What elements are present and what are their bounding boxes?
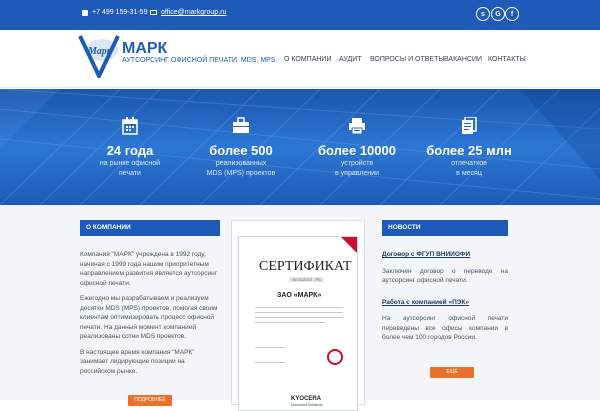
phone-number: +7 499 159-31-59: [92, 9, 148, 16]
about-text: Компания "МАРК" учреждена в 1992 году, н…: [80, 250, 220, 382]
certificate-card[interactable]: СЕРТИФИКАТ № 01/2015 - РВ ЗАО «МАРК» KYO…: [231, 220, 365, 411]
email-link[interactable]: office@markgroup.ru: [150, 9, 226, 16]
kyocera-logo: KYOCERA: [291, 396, 322, 402]
brand-tagline: АУТСОРСИНГ ОФИСНОЙ ПЕЧАТИ. MDS. MPS.: [122, 57, 278, 64]
stat-number: более 25 млн: [426, 143, 512, 158]
news-item-title[interactable]: Договор с ФГУП ВНИИОФИ: [382, 250, 508, 260]
kyocera-subtitle: Document Solutions: [291, 403, 323, 407]
certificate-text-line: [255, 312, 343, 313]
printer-icon: [349, 118, 365, 135]
certificate-text-line: [255, 317, 343, 318]
content-area: О КОМПАНИИ Компания "МАРК" учреждена в 1…: [0, 205, 600, 411]
about-paragraph: В настоящее время компания "МАРК" занима…: [80, 348, 195, 375]
calendar-icon: [122, 117, 138, 135]
stat-prints: более 25 млн отпечатков в месяц: [414, 89, 524, 205]
google-plus-icon[interactable]: G: [491, 7, 505, 21]
news-item-text: На аутсорсинг офисной печати переведены …: [382, 315, 508, 341]
stat-number: 24 года: [106, 143, 154, 158]
mark-logo[interactable]: Марк: [78, 32, 120, 78]
news-heading: НОВОСТИ: [382, 220, 508, 236]
news-list: Договор с ФГУП ВНИИОФИ Заключен договор …: [382, 250, 508, 355]
phone-contact[interactable]: +7 499 159-31-59: [82, 9, 147, 16]
nav-vacancies[interactable]: ВАКАНСИИ: [444, 56, 482, 63]
about-paragraph: Ежегодно мы разрабатываем и реализуем де…: [80, 295, 218, 340]
nav-about[interactable]: О КОМПАНИИ: [284, 56, 331, 63]
stat-label: на рынке офисной печати: [99, 160, 161, 177]
mail-icon: [150, 10, 157, 15]
about-more-button[interactable]: ПОДРОБНЕЕ: [128, 395, 172, 406]
facebook-icon[interactable]: f: [505, 7, 519, 21]
certificate-seal: [327, 349, 343, 365]
briefcase-icon: [233, 117, 249, 133]
certificate-signature-line: [255, 362, 285, 363]
stat-label: отпечатков в месяц: [451, 160, 487, 177]
hero-stats-banner: 24 года на рынке офисной печати более 500…: [0, 89, 600, 205]
stat-label: реализованных MDS (MPS) проектов: [206, 160, 276, 177]
stat-years: 24 года на рынке офисной печати: [75, 89, 185, 205]
nav-faq[interactable]: ВОПРОСЫ И ОТВЕТЫ: [370, 56, 445, 63]
news-item-text: Заключен договор о переводе на аутсорсин…: [382, 267, 508, 285]
about-paragraph: Компания "МАРК" учреждена в 1992 году, н…: [80, 251, 218, 287]
about-heading: О КОМПАНИИ: [80, 220, 220, 236]
certificate-document: СЕРТИФИКАТ № 01/2015 - РВ ЗАО «МАРК» KYO…: [238, 236, 358, 411]
email-address: office@markgroup.ru: [161, 9, 227, 16]
certificate-text-line: [255, 307, 343, 308]
site-header: Марк МАРК АУТСОРСИНГ ОФИСНОЙ ПЕЧАТИ. MDS…: [0, 30, 600, 88]
logo-text: Марк: [87, 46, 113, 57]
stat-label: устройств в управлении: [335, 160, 379, 177]
stat-number: более 500: [209, 143, 273, 158]
stat-number: более 10000: [318, 143, 396, 158]
nav-audit[interactable]: АУДИТ: [339, 56, 362, 63]
news-more-button[interactable]: ЕЩЁ: [430, 367, 474, 378]
stat-projects: более 500 реализованных MDS (MPS) проекто…: [186, 89, 296, 205]
documents-icon: [462, 117, 477, 134]
phone-icon: [82, 9, 88, 16]
brand-name[interactable]: МАРК: [122, 40, 167, 58]
skype-icon[interactable]: s: [476, 7, 490, 21]
certificate-corner-accent: [341, 237, 357, 253]
certificate-number: № 01/2015 - РВ: [289, 277, 324, 282]
top-contact-bar: +7 499 159-31-59 office@markgroup.ru s G…: [0, 0, 600, 30]
nav-contacts[interactable]: КОНТАКТЫ: [488, 56, 526, 63]
certificate-company: ЗАО «МАРК»: [277, 292, 322, 299]
news-item-title[interactable]: Работа с компанией «ПЭК»: [382, 298, 508, 308]
certificate-signature-line: [255, 347, 285, 348]
certificate-title: СЕРТИФИКАТ: [259, 259, 352, 274]
certificate-text-line: [255, 322, 325, 323]
stat-devices: более 10000 устройств в управлении: [302, 89, 412, 205]
